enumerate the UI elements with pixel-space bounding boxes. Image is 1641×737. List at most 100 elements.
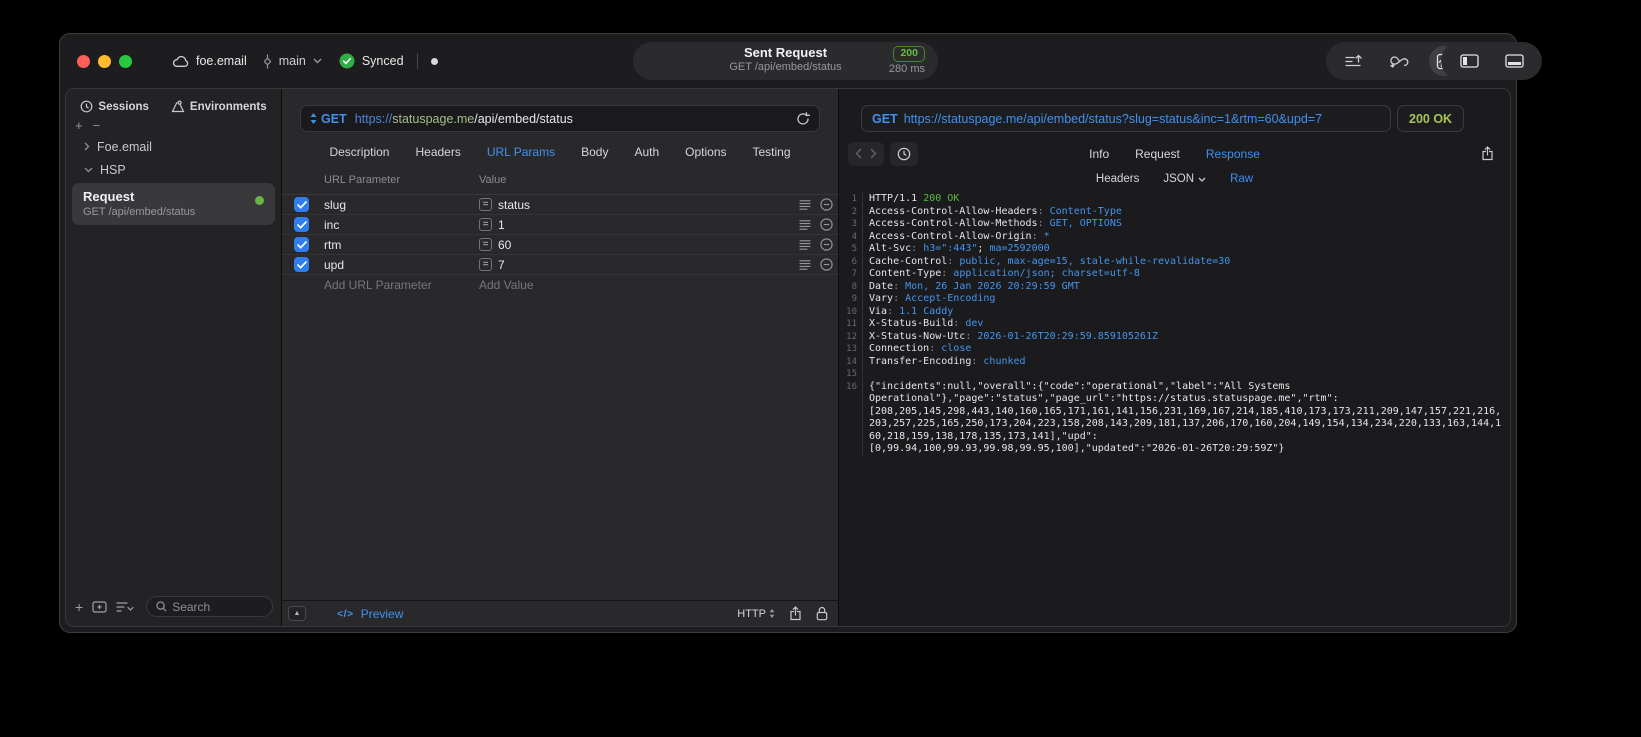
param-name[interactable]: slug	[324, 198, 346, 212]
project-name[interactable]: foe.email	[196, 54, 247, 68]
sidebar-group-hsp[interactable]: HSP	[72, 158, 275, 181]
response-line: 7 Content-Type: application/json; charset…	[851, 268, 1140, 281]
search-input[interactable]: Search	[146, 596, 273, 617]
response-line: Operational"},"page":"status","page_url"…	[845, 393, 1510, 406]
reorder-lines-icon[interactable]	[799, 199, 811, 211]
remove-param-icon[interactable]	[820, 258, 833, 271]
protocol-label: HTTP	[737, 607, 766, 620]
share-icon[interactable]	[789, 606, 802, 621]
response-line: 11 X-Status-Build: dev	[846, 318, 984, 331]
tab-testing[interactable]: Testing	[753, 145, 791, 159]
panel-expand-icon[interactable]: ▲	[288, 606, 306, 621]
resend-icon[interactable]	[796, 111, 810, 126]
add-request-button[interactable]: +	[75, 599, 83, 615]
forward-icon[interactable]	[870, 148, 877, 159]
back-icon[interactable]	[855, 148, 862, 159]
cloud-icon	[172, 55, 189, 68]
sent-request-url-box[interactable]: GET https://statuspage.me/api/embed/stat…	[861, 105, 1391, 132]
status-code-badge: 200	[893, 46, 925, 62]
subtab-json[interactable]: JSON	[1163, 173, 1206, 185]
tab-environments[interactable]: Environments	[171, 100, 267, 113]
remove-session-button[interactable]: −	[93, 118, 101, 133]
environments-tab-label: Environments	[189, 100, 267, 113]
import-export-button[interactable]	[1339, 46, 1369, 76]
viewer-tab-response[interactable]: Response	[1206, 147, 1260, 161]
param-checkbox[interactable]	[294, 237, 309, 252]
environments-icon	[171, 100, 185, 113]
tab-headers[interactable]: Headers	[415, 145, 460, 159]
param-name[interactable]: rtm	[324, 238, 341, 252]
param-row: upd = 7	[282, 255, 838, 275]
subtab-raw[interactable]: Raw	[1230, 173, 1253, 185]
zoom-window-button[interactable]	[119, 55, 132, 68]
remove-param-icon[interactable]	[820, 238, 833, 251]
method-stepper-icon[interactable]	[310, 113, 317, 124]
view-options-icon[interactable]	[116, 601, 134, 613]
remove-param-icon[interactable]	[820, 218, 833, 231]
group-label: HSP	[100, 162, 126, 177]
tab-body[interactable]: Body	[581, 145, 608, 159]
sidebar-group-foe-email[interactable]: Foe.email	[72, 135, 275, 158]
request-item-subtitle: GET /api/embed/status	[83, 206, 196, 218]
equals-badge: =	[479, 198, 492, 211]
reorder-lines-icon[interactable]	[799, 239, 811, 251]
param-row: rtm = 60	[282, 235, 838, 255]
sync-status: Synced	[361, 54, 404, 68]
protocol-selector[interactable]: HTTP	[737, 608, 775, 620]
response-line: 16 {"incidents":null,"overall":{"code":"o…	[846, 380, 1291, 393]
request-item-title: Request	[83, 189, 135, 204]
reorder-lines-icon[interactable]	[799, 259, 811, 271]
branch-icon	[263, 54, 272, 69]
param-name[interactable]: upd	[324, 258, 344, 272]
param-value[interactable]: 60	[498, 238, 511, 252]
param-checkbox[interactable]	[294, 217, 309, 232]
json-format-label: JSON	[1163, 173, 1195, 185]
toggle-sidebar-button[interactable]	[1454, 46, 1484, 76]
search-icon	[156, 601, 167, 612]
lock-icon[interactable]	[816, 606, 828, 621]
subtab-headers[interactable]: Headers	[1096, 173, 1139, 185]
tab-options[interactable]: Options	[685, 145, 726, 159]
new-group-icon[interactable]	[92, 600, 107, 613]
branch-name[interactable]: main	[279, 54, 306, 68]
sidebar-request-item[interactable]: Request GET /api/embed/status	[72, 183, 275, 225]
param-checkbox[interactable]	[294, 197, 309, 212]
tab-url-params[interactable]: URL Params	[487, 145, 555, 159]
add-url-parameter[interactable]: Add URL Parameter	[324, 278, 432, 292]
param-name[interactable]: inc	[324, 218, 339, 232]
export-response-icon[interactable]	[1481, 146, 1494, 161]
response-code[interactable]: 1 HTTP/1.1 200 OK 2 Access-Control-Allow-He…	[839, 193, 1510, 626]
response-line: 60,218,159,138,178,135,173,141],"upd":	[845, 430, 1510, 443]
history-clock-button[interactable]	[890, 141, 918, 166]
response-line: 203,257,225,165,250,173,204,223,158,208,…	[845, 418, 1510, 431]
chevron-down-icon[interactable]	[313, 58, 322, 64]
group-label: Foe.email	[97, 139, 152, 154]
viewer-tab-request[interactable]: Request	[1135, 147, 1180, 161]
tab-sessions[interactable]: Sessions	[80, 100, 149, 113]
tab-description[interactable]: Description	[329, 145, 389, 159]
add-session-button[interactable]: +	[75, 118, 83, 133]
add-value[interactable]: Add Value	[479, 278, 534, 292]
request-status-pill[interactable]: Sent Request GET /api/embed/status 200 2…	[633, 42, 938, 80]
request-url-bar[interactable]: GET https://statuspage.me/api/embed/stat…	[300, 105, 820, 132]
minimize-window-button[interactable]	[98, 55, 111, 68]
preview-button[interactable]: </> Preview	[337, 607, 403, 621]
url-host: statuspage.me	[392, 111, 475, 126]
reorder-lines-icon[interactable]	[799, 219, 811, 231]
request-status-dot	[255, 196, 264, 205]
viewer-tab-info[interactable]: Info	[1089, 147, 1109, 161]
close-window-button[interactable]	[77, 55, 90, 68]
tab-auth[interactable]: Auth	[634, 145, 659, 159]
remove-param-icon[interactable]	[820, 198, 833, 211]
params-table-header: URL Parameter Value	[282, 174, 838, 195]
toggle-bottom-panel-button[interactable]	[1499, 46, 1529, 76]
sync-requests-button[interactable]	[1384, 46, 1414, 76]
param-value[interactable]: 1	[498, 218, 505, 232]
add-param-row[interactable]: Add URL Parameter Add Value	[282, 275, 838, 295]
param-value[interactable]: 7	[498, 258, 505, 272]
param-value[interactable]: status	[498, 198, 530, 212]
column-value: Value	[479, 174, 507, 186]
param-row: inc = 1	[282, 215, 838, 235]
param-checkbox[interactable]	[294, 257, 309, 272]
request-method[interactable]: GET	[321, 112, 347, 126]
